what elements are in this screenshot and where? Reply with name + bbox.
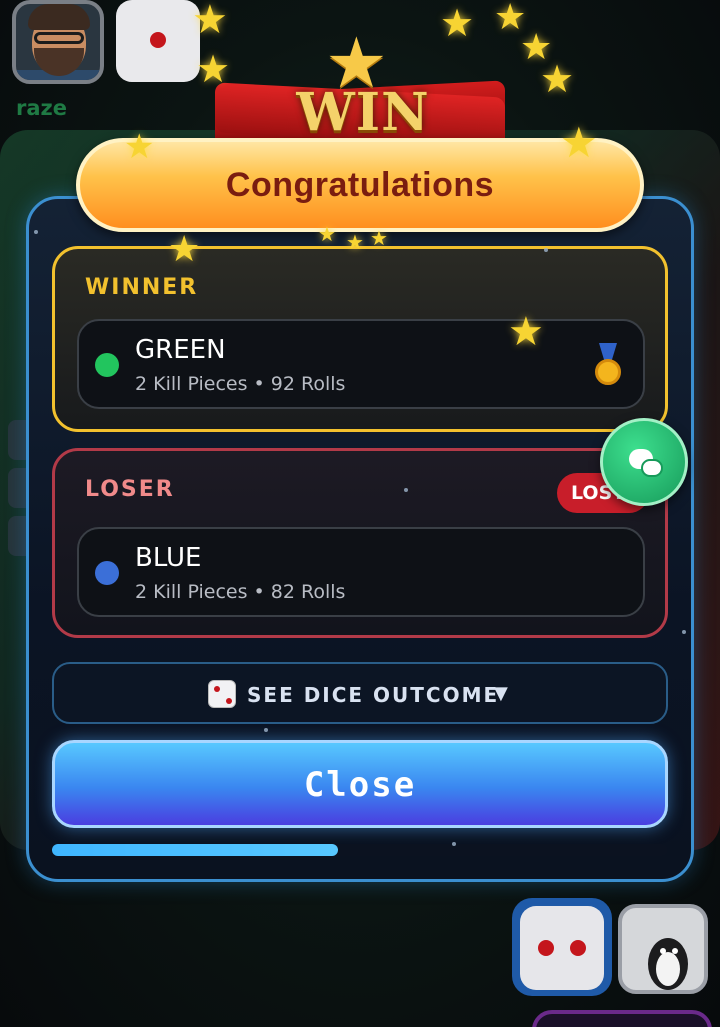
winner-stats: 2 Kill Pieces • 92 Rolls xyxy=(135,373,346,395)
dice-icon xyxy=(208,680,236,708)
dice-one-icon[interactable] xyxy=(116,0,200,82)
opponent-avatar[interactable] xyxy=(618,904,708,994)
star-icon: ★ xyxy=(440,1,475,45)
opponent-frame xyxy=(532,1010,712,1027)
star-icon: ★ xyxy=(508,309,544,355)
game-screen: raze ★ WIN Congratulations WINNER GREEN … xyxy=(0,0,720,1027)
auto-close-progress-fill xyxy=(52,844,339,856)
loser-stats: 2 Kill Pieces • 82 Rolls xyxy=(135,581,346,603)
win-badge: ★ WIN xyxy=(215,28,505,150)
auto-close-progress-track xyxy=(52,844,668,856)
see-dice-outcome-button[interactable]: SEE DICE OUTCOME ▼ xyxy=(52,662,668,724)
loser-color-name: BLUE xyxy=(135,543,202,573)
winner-color-name: GREEN xyxy=(135,335,226,365)
star-icon: ★ xyxy=(370,226,388,250)
close-button[interactable]: Close xyxy=(52,740,668,828)
winner-player-row: GREEN 2 Kill Pieces • 92 Rolls xyxy=(77,319,645,409)
win-badge-text: WIN xyxy=(296,82,430,143)
star-icon: ★ xyxy=(560,118,598,167)
star-icon: ★ xyxy=(318,222,336,246)
star-icon: ★ xyxy=(192,0,228,43)
chat-button[interactable] xyxy=(600,418,688,506)
loser-color-dot xyxy=(95,561,119,585)
star-icon: ★ xyxy=(346,230,364,254)
congratulations-title: Congratulations xyxy=(225,166,495,204)
star-icon: ★ xyxy=(540,57,575,101)
star-icon: ★ xyxy=(168,229,201,270)
winner-card: WINNER GREEN 2 Kill Pieces • 92 Rolls xyxy=(52,246,668,432)
see-dice-outcome-label: SEE DICE OUTCOME xyxy=(247,683,500,707)
dice-two-icon[interactable] xyxy=(520,906,604,990)
player-name: raze xyxy=(16,96,67,120)
winner-color-dot xyxy=(95,353,119,377)
loser-player-row: BLUE 2 Kill Pieces • 82 Rolls xyxy=(77,527,645,617)
winner-section-title: WINNER xyxy=(85,275,199,300)
gold-medal-icon xyxy=(593,343,623,387)
star-icon: ★ xyxy=(124,127,155,167)
star-icon: ★ xyxy=(196,47,231,91)
close-button-label: Close xyxy=(303,765,417,805)
congratulations-banner: Congratulations xyxy=(76,138,644,232)
loser-card: LOSER LOST BLUE 2 Kill Pieces • 82 Rolls xyxy=(52,448,668,638)
player-avatar[interactable] xyxy=(12,0,104,84)
loser-section-title: LOSER xyxy=(85,477,175,502)
chevron-down-icon: ▼ xyxy=(494,683,508,704)
